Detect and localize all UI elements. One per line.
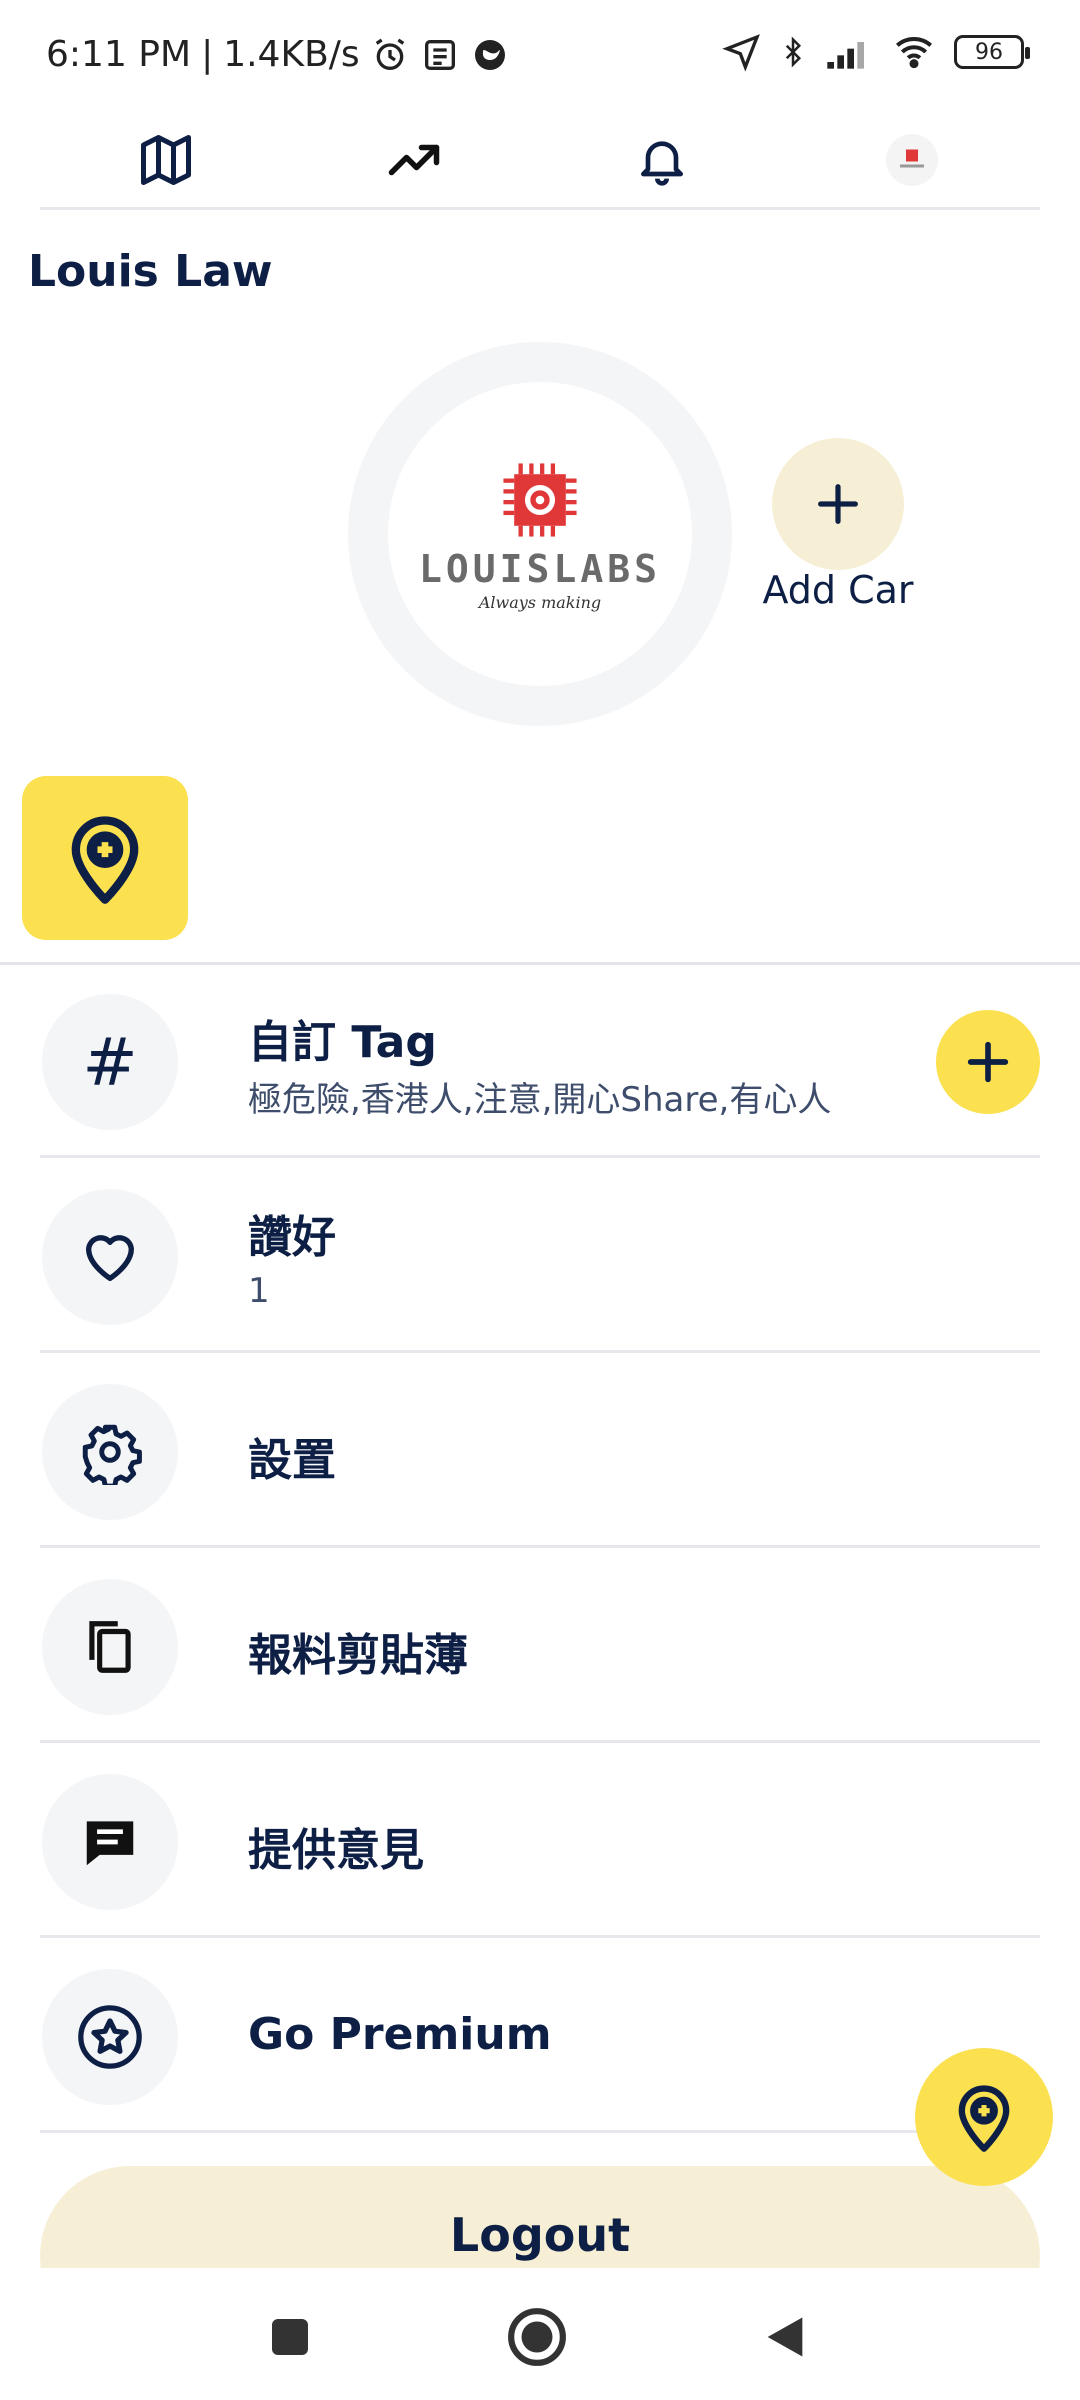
signal-icon xyxy=(827,42,864,69)
avatar xyxy=(886,134,938,186)
triangle-back-icon xyxy=(767,2317,803,2357)
map-pin-plus-icon xyxy=(71,816,139,904)
plus-icon xyxy=(967,1041,1009,1083)
menu-title-clipboard: 報料剪貼薄 xyxy=(248,1630,468,1681)
heart-icon xyxy=(42,1189,178,1325)
nav-map[interactable] xyxy=(126,120,206,200)
status-separator: | xyxy=(201,34,214,75)
star-icon xyxy=(42,1969,178,2105)
add-tag-button[interactable] xyxy=(936,1010,1040,1114)
top-navigation xyxy=(40,110,1040,210)
section-divider xyxy=(0,962,1080,965)
status-right: 96 xyxy=(722,32,1030,72)
menu-item-feedback[interactable]: 提供意見 xyxy=(40,1746,1040,1938)
app-notification-icon xyxy=(474,39,505,70)
message-icon xyxy=(42,1774,178,1910)
battery-indicator: 96 xyxy=(954,35,1030,69)
hash-icon: # xyxy=(42,994,178,1130)
logo-tagline: Always making xyxy=(478,592,602,612)
gear-icon xyxy=(42,1384,178,1520)
alarm-icon xyxy=(375,38,404,70)
floating-add-location-button[interactable] xyxy=(915,2048,1053,2186)
network-speed: 1.4KB/s xyxy=(223,34,360,75)
add-car-button[interactable] xyxy=(772,438,904,570)
menu-item-settings[interactable]: 設置 xyxy=(40,1356,1040,1548)
copy-icon xyxy=(42,1579,178,1715)
menu-item-premium[interactable]: Go Premium xyxy=(40,1941,1040,2133)
menu-title-settings: 設置 xyxy=(248,1435,336,1486)
status-time: 6:11 PM xyxy=(46,34,192,75)
menu-item-custom-tags[interactable]: # 自訂 Tag 極危險,香港人,注意,開心Share,有心人 xyxy=(40,966,1040,1158)
menu-item-clipboard[interactable]: 報料剪貼薄 xyxy=(40,1551,1040,1743)
news-icon xyxy=(424,39,455,70)
menu-subtitle-custom-tags: 極危險,香港人,注意,開心Share,有心人 xyxy=(248,1080,832,1120)
wifi-icon xyxy=(896,37,932,69)
profile-name: Louis Law xyxy=(28,246,273,297)
nav-notifications[interactable] xyxy=(622,120,702,200)
system-navigation-bar xyxy=(0,2268,1080,2400)
map-pin-plus-icon xyxy=(958,2085,1010,2152)
status-left: 6:11 PM | 1.4KB/s xyxy=(46,34,510,75)
menu-title-likes: 讚好 xyxy=(248,1212,336,1263)
home-button[interactable] xyxy=(502,2302,572,2372)
profile-avatar[interactable]: LOUISLABS Always making xyxy=(348,342,732,726)
menu-item-likes[interactable]: 讚好 1 xyxy=(40,1161,1040,1353)
recent-apps-button[interactable] xyxy=(255,2302,325,2372)
louislabs-chip-logo xyxy=(503,462,577,537)
louislabs-logo-small xyxy=(900,149,924,168)
map-icon xyxy=(141,135,191,185)
add-location-button[interactable] xyxy=(22,776,188,940)
circle-home-icon xyxy=(508,2308,566,2366)
status-bar: 6:11 PM | 1.4KB/s 96 xyxy=(0,0,1080,110)
back-button[interactable] xyxy=(750,2302,820,2372)
add-car-label[interactable]: Add Car xyxy=(730,568,946,612)
menu-title-premium: Go Premium xyxy=(248,2009,552,2060)
nav-profile[interactable] xyxy=(872,120,952,200)
logo-wordmark: LOUISLABS xyxy=(419,546,661,591)
menu-subtitle-likes: 1 xyxy=(248,1271,270,1311)
square-icon xyxy=(272,2319,308,2355)
plus-icon xyxy=(818,484,858,524)
location-arrow-icon xyxy=(722,34,760,72)
bluetooth-icon xyxy=(785,36,802,68)
bell-icon xyxy=(641,141,683,186)
menu-title-feedback: 提供意見 xyxy=(248,1825,424,1876)
menu-title-custom-tags: 自訂 Tag xyxy=(248,1017,437,1068)
nav-trending[interactable] xyxy=(374,120,454,200)
trending-icon xyxy=(388,144,440,176)
